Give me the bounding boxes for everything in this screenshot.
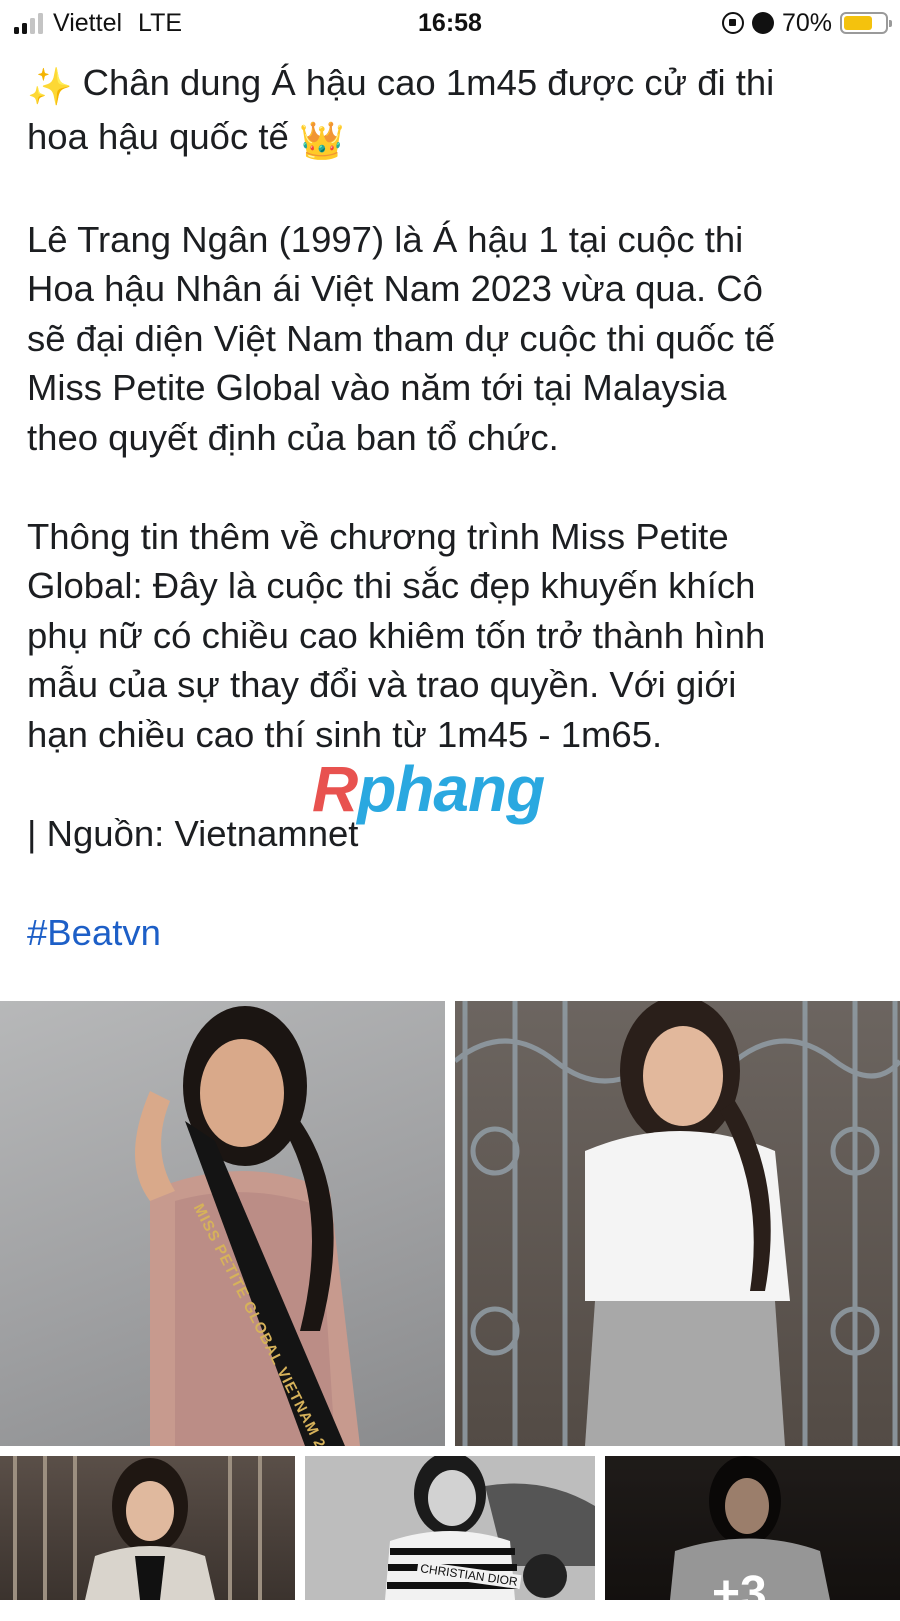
photo-2[interactable] bbox=[455, 1001, 900, 1446]
photo-4[interactable]: CHRISTIAN DIOR bbox=[305, 1456, 595, 1600]
gate-portrait-image bbox=[455, 1001, 900, 1446]
post-title-text: Chân dung Á hậu cao 1m45 được cử đi thi bbox=[82, 62, 775, 103]
status-right: 70% bbox=[721, 4, 892, 42]
rotation-lock-icon bbox=[721, 12, 744, 34]
post-title: ✨ Chân dung Á hậu cao 1m45 được cử đi th… bbox=[27, 58, 877, 112]
watermark-logo: Rphang bbox=[312, 753, 545, 825]
sparkles-icon: ✨ bbox=[27, 66, 73, 107]
photo-1[interactable]: MISS PETITE GLOBAL VIETNAM 2024 bbox=[0, 1001, 445, 1446]
post-paragraph-2: Thông tin thêm về chương trình Miss Peti… bbox=[27, 512, 877, 760]
paragraph-line: mẫu của sự thay đổi và trao quyền. Với g… bbox=[27, 664, 737, 705]
paragraph-line: Lê Trang Ngân (1997) là Á hậu 1 tại cuộc… bbox=[27, 218, 744, 260]
battery-level bbox=[844, 16, 872, 30]
paragraph-line: Thông tin thêm về chương trình Miss Peti… bbox=[27, 515, 729, 557]
paragraph-line: phụ nữ có chiều cao khiêm tốn trở thành … bbox=[27, 614, 766, 656]
paragraph-line: sẽ đại diện Việt Nam tham dự cuộc thi qu… bbox=[27, 317, 776, 359]
hashtag-link[interactable]: #Beatvn bbox=[27, 908, 877, 958]
battery-icon bbox=[840, 12, 892, 34]
post-paragraph-1: Lê Trang Ngân (1997) là Á hậu 1 tại cuộc… bbox=[27, 215, 877, 463]
paragraph-line: Global: Đây là cuộc thi sắc đẹp khuyến k… bbox=[27, 565, 756, 606]
paragraph-line: Hoa hậu Nhân ái Việt Nam 2023 vừa qua. C… bbox=[27, 268, 763, 309]
alarm-icon bbox=[751, 12, 774, 34]
status-bar: Viettel LTE 16:58 70% bbox=[0, 0, 900, 46]
paragraph-line: theo quyết định của ban tổ chức. bbox=[27, 416, 559, 458]
more-photos-count[interactable]: +3 bbox=[712, 1566, 767, 1621]
sash-portrait-image bbox=[135, 1006, 360, 1446]
battery-percent: 70% bbox=[781, 8, 832, 37]
crown-icon: 👑 bbox=[298, 119, 345, 161]
tweed-jacket-image bbox=[13, 1456, 262, 1600]
paragraph-line: Miss Petite Global vào năm tới tại Malay… bbox=[27, 367, 727, 408]
post-title-line2: hoa hậu quốc tế 👑 bbox=[27, 112, 877, 166]
photo-3[interactable] bbox=[0, 1456, 295, 1600]
